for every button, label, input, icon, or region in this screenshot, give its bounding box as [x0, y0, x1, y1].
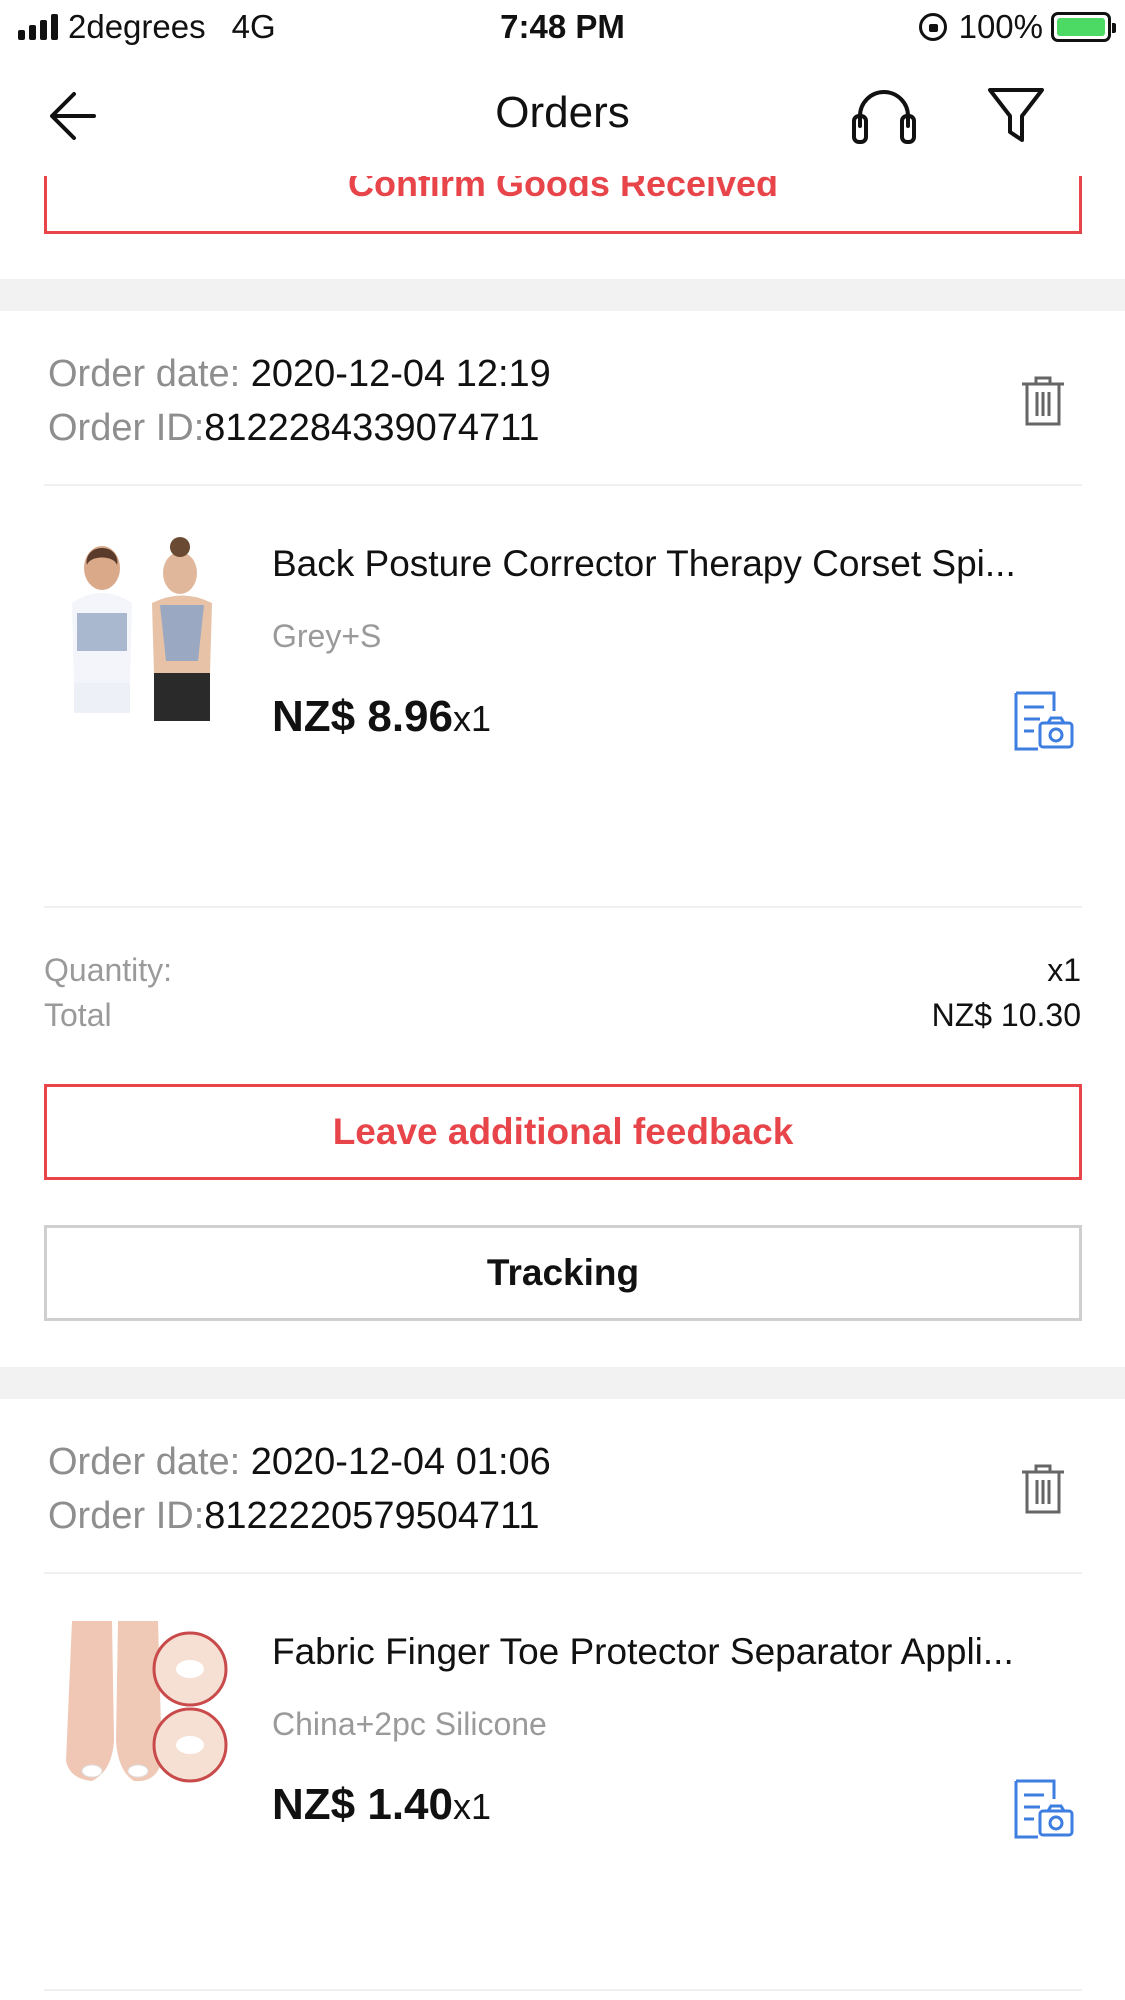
- order-date-label: Order date:: [48, 1441, 251, 1483]
- order-date: 2020-12-04 12:19: [250, 353, 551, 395]
- product-qty: x1: [452, 1786, 492, 1827]
- leave-feedback-label: Leave additional feedback: [332, 1111, 794, 1152]
- order-id-row: Order ID:8122220579504711: [48, 1489, 551, 1543]
- product-title[interactable]: Fabric Finger Toe Protector Separator Ap…: [272, 1631, 1072, 1673]
- rotation-lock-icon: [918, 13, 947, 41]
- trash-icon[interactable]: [1018, 1462, 1068, 1516]
- page-title: Orders: [495, 88, 630, 137]
- order-id: 8122284339074711: [204, 407, 540, 449]
- order-id-row: Order ID:8122284339074711: [48, 401, 551, 455]
- section-separator: [0, 1367, 1125, 1399]
- product-price-row: NZ$ 1.40x1: [272, 1780, 491, 1830]
- confirm-goods-label: Confirm Goods Received: [347, 176, 779, 204]
- order-date-label: Order date:: [48, 353, 251, 395]
- photo-review-icon[interactable]: [1010, 1779, 1076, 1841]
- quantity-value: x1: [1047, 952, 1081, 988]
- total-label: Total: [44, 997, 112, 1033]
- confirm-goods-button[interactable]: Confirm Goods Received: [44, 176, 1082, 234]
- order-date: 2020-12-04 01:06: [250, 1441, 551, 1483]
- product-price: NZ$ 1.40: [272, 1780, 453, 1829]
- order-meta: Order date: 2020-12-04 12:19 Order ID:81…: [48, 347, 551, 455]
- status-right: 100%: [918, 8, 1116, 46]
- product-variant: Grey+S: [272, 618, 382, 654]
- total-value: NZ$ 10.30: [931, 997, 1081, 1033]
- nav-bar: Orders: [0, 56, 1125, 176]
- product-qty: x1: [452, 698, 492, 739]
- divider: [44, 484, 1082, 486]
- leave-feedback-button[interactable]: Leave additional feedback: [44, 1084, 1082, 1180]
- divider: [44, 1989, 1082, 1991]
- battery-icon: [1051, 12, 1116, 42]
- product-image[interactable]: [52, 533, 240, 721]
- photo-review-icon[interactable]: [1010, 691, 1076, 753]
- product-price-row: NZ$ 8.96x1: [272, 692, 491, 742]
- product-image[interactable]: [52, 1621, 240, 1809]
- tracking-button[interactable]: Tracking: [44, 1225, 1082, 1321]
- divider: [44, 906, 1082, 908]
- product-price: NZ$ 8.96: [272, 692, 453, 741]
- toe-protector-picture: [52, 1621, 240, 1809]
- order-id: 8122220579504711: [204, 1495, 540, 1537]
- trash-icon[interactable]: [1018, 374, 1068, 428]
- quantity-label: Quantity:: [44, 952, 173, 988]
- order-meta: Order date: 2020-12-04 01:06 Order ID:81…: [48, 1435, 551, 1543]
- posture-product-picture: [52, 533, 240, 721]
- divider: [44, 1572, 1082, 1574]
- product-variant: China+2pc Silicone: [272, 1706, 547, 1742]
- order-date-row: Order date: 2020-12-04 12:19: [48, 347, 551, 401]
- tracking-label: Tracking: [486, 1252, 640, 1293]
- order-id-label: Order ID:: [48, 1495, 205, 1537]
- filter-icon[interactable]: [986, 84, 1046, 146]
- order-card: Order date: 2020-12-04 01:06 Order ID:81…: [0, 1399, 1125, 2000]
- product-title[interactable]: Back Posture Corrector Therapy Corset Sp…: [272, 543, 1072, 585]
- battery-percent: 100%: [958, 8, 1043, 45]
- order-card: Order date: 2020-12-04 12:19 Order ID:81…: [0, 311, 1125, 1367]
- order-date-row: Order date: 2020-12-04 01:06: [48, 1435, 551, 1489]
- confirm-button-container: Confirm Goods Received: [0, 176, 1125, 236]
- section-separator: [0, 279, 1125, 311]
- status-bar: 2degrees 4G 7:48 PM 100%: [0, 0, 1125, 56]
- order-id-label: Order ID:: [48, 407, 205, 449]
- headset-icon[interactable]: [848, 86, 920, 148]
